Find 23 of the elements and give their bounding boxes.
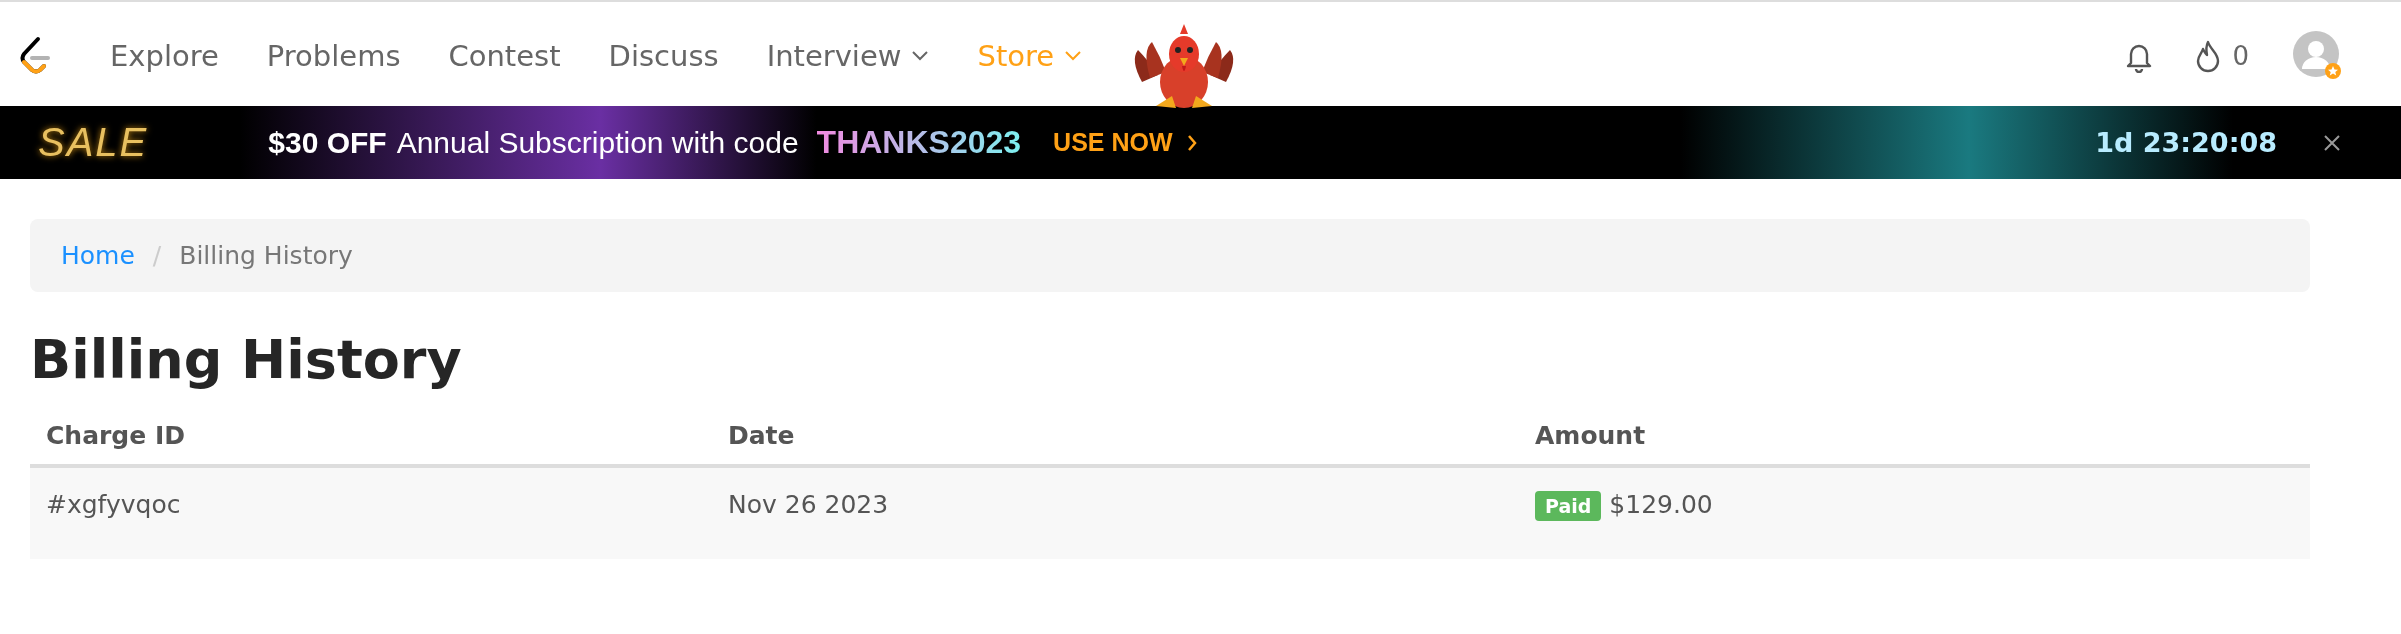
- offer-text: $30 OFF: [268, 125, 387, 160]
- table-cell: Nov 26 2023: [712, 466, 1519, 559]
- breadcrumb-separator: /: [152, 241, 162, 270]
- nav-tab[interactable]: Explore: [110, 39, 219, 73]
- nav-tab[interactable]: Contest: [448, 39, 561, 73]
- nav-tab[interactable]: Discuss: [608, 39, 719, 73]
- sale-label: SALE: [38, 120, 149, 165]
- streak-count: 0: [2232, 41, 2249, 71]
- caret-icon: [911, 50, 930, 62]
- offer-description: Annual Subscription with code: [396, 125, 799, 160]
- chevron-icon: [1186, 133, 1197, 152]
- nav-tab[interactable]: Problems: [266, 39, 401, 73]
- table-cell: #xgfyvqoc: [30, 466, 712, 559]
- home-link[interactable]: Home: [61, 241, 135, 270]
- use-now-button[interactable]: USE NOW: [1053, 128, 1197, 157]
- breadcrumb-current: Billing History: [179, 241, 353, 270]
- close-icon[interactable]: [2323, 133, 2341, 152]
- countdown-timer: 1d 23:20:08: [2095, 127, 2277, 158]
- status-badge: Paid: [1535, 491, 1602, 521]
- nav-tab[interactable]: Interview: [766, 39, 930, 73]
- caret-icon: [1064, 50, 1083, 62]
- page-title: Billing History: [30, 328, 463, 391]
- amount-text: $129.00: [1609, 490, 1713, 519]
